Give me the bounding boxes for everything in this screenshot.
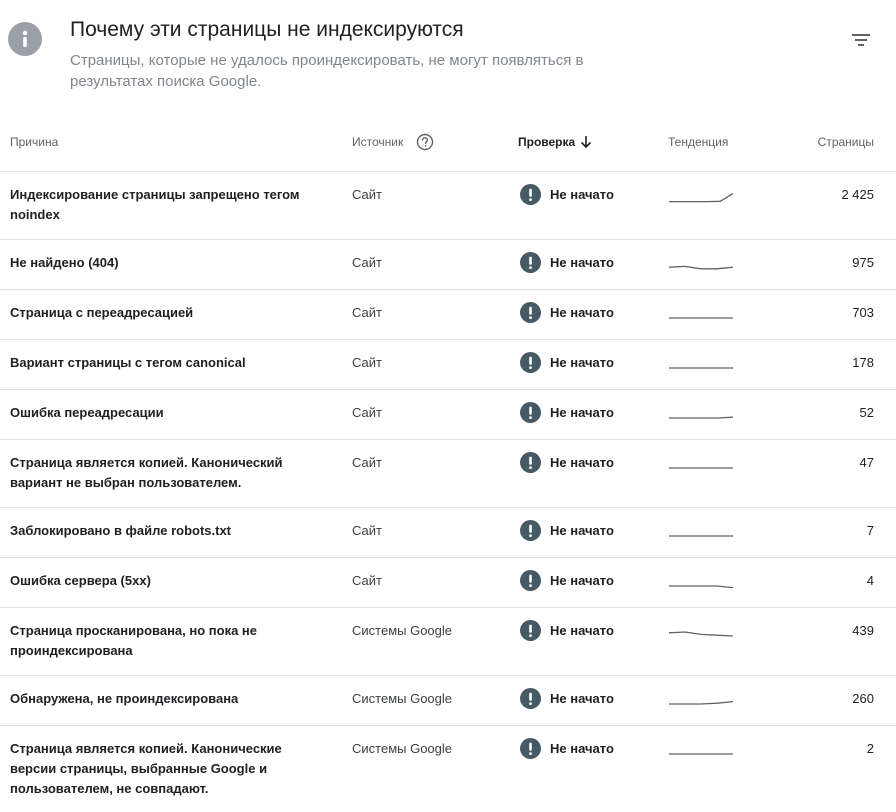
alert-icon: [520, 302, 541, 323]
trend-sparkline: [668, 265, 734, 270]
column-header-reason[interactable]: Причина: [10, 135, 58, 149]
table-row[interactable]: Ошибка сервера (5xx) Сайт Не начато 4: [0, 558, 896, 608]
reason-cell: Обнаружена, не проиндексирована: [10, 691, 239, 706]
alert-icon: [520, 688, 541, 709]
column-header-pages[interactable]: Страницы: [818, 135, 874, 149]
trend-sparkline: [668, 631, 734, 637]
sparkline-path: [669, 416, 734, 419]
table-row[interactable]: Страница просканирована, но пока не прои…: [0, 608, 896, 676]
reason-cell: Вариант страницы с тегом canonical: [10, 355, 246, 370]
trend-sparkline: [669, 467, 733, 469]
page-title: Почему эти страницы не индексируются: [70, 18, 464, 41]
trend-sparkline: [669, 535, 733, 537]
filter-button[interactable]: [844, 26, 878, 54]
table-row[interactable]: Страница является копией. Канонические в…: [0, 726, 896, 812]
source-cell: Системы Google: [352, 741, 453, 756]
table-row[interactable]: Не найдено (404) Сайт Не начато 975: [0, 240, 896, 290]
status-cell: Не начато: [550, 573, 614, 588]
source-cell: Сайт: [352, 523, 382, 538]
trend-sparkline: [669, 193, 734, 203]
trend-sparkline: [669, 585, 734, 589]
reason-cell: Страница с переадресацией: [10, 305, 194, 320]
reason-cell: Заблокировано в файле robots.txt: [10, 523, 232, 538]
pages-cell: 178: [852, 355, 874, 370]
info-icon: [8, 22, 42, 56]
trend-sparkline: [669, 367, 733, 369]
alert-icon: [520, 352, 541, 373]
table-header: Причина Источник Проверка Тенденция Стра…: [0, 114, 896, 172]
source-cell: Сайт: [352, 405, 382, 420]
status-cell: Не начато: [550, 691, 614, 706]
alert-icon: [520, 520, 541, 541]
reason-cell: Ошибка переадресации: [10, 405, 164, 420]
alert-icon: [520, 620, 541, 641]
pages-cell: 4: [866, 573, 874, 588]
pages-cell: 52: [859, 405, 874, 420]
trend-sparkline: [669, 416, 734, 419]
trend-sparkline: [669, 700, 734, 705]
arrow-down-icon[interactable]: [579, 134, 593, 150]
sparkline-path: [669, 585, 734, 589]
status-cell: Не начато: [550, 405, 614, 420]
source-cell: Сайт: [352, 455, 382, 470]
column-header-check[interactable]: Проверка: [518, 135, 575, 149]
alert-icon: [520, 252, 541, 273]
status-cell: Не начато: [550, 187, 614, 202]
status-cell: Не начато: [550, 255, 614, 270]
status-cell: Не начато: [550, 741, 614, 756]
alert-icon: [520, 738, 541, 759]
table-row[interactable]: Страница с переадресацией Сайт Не начато…: [0, 290, 896, 340]
status-cell: Не начато: [550, 305, 614, 320]
status-cell: Не начато: [550, 523, 614, 538]
source-cell: Сайт: [352, 573, 382, 588]
alert-icon: [520, 452, 541, 473]
source-cell: Сайт: [352, 187, 382, 202]
filter-icon: [852, 34, 870, 46]
table-row[interactable]: Заблокировано в файле robots.txt Сайт Не…: [0, 508, 896, 558]
table-row[interactable]: Обнаружена, не проиндексирована Системы …: [0, 676, 896, 726]
pages-cell: 975: [852, 255, 874, 270]
alert-icon: [520, 570, 541, 591]
sparkline-path: [668, 265, 734, 270]
sparkline-path: [668, 631, 734, 637]
pages-cell: 47: [859, 455, 874, 470]
trend-sparkline: [669, 317, 733, 319]
source-cell: Сайт: [352, 255, 382, 270]
pages-cell: 2 425: [841, 187, 874, 202]
page-subtitle: Страницы, которые не удалось проиндексир…: [70, 52, 584, 90]
section-header: Почему эти страницы не индексируются Стр…: [0, 0, 896, 110]
reason-cell: Индексирование страницы запрещено тегом …: [10, 187, 300, 222]
pages-cell: 260: [852, 691, 874, 706]
source-cell: Системы Google: [352, 691, 453, 706]
table-row[interactable]: Страница является копией. Канонический в…: [0, 440, 896, 508]
reason-cell: Страница просканирована, но пока не прои…: [10, 623, 257, 658]
sparkline-path: [669, 700, 734, 705]
source-cell: Системы Google: [352, 623, 453, 638]
alert-icon: [520, 184, 541, 205]
pages-cell: 7: [866, 523, 874, 538]
table-row[interactable]: Вариант страницы с тегом canonical Сайт …: [0, 340, 896, 390]
pages-cell: 2: [866, 741, 874, 756]
column-header-source[interactable]: Источник: [352, 135, 403, 149]
trend-sparkline: [669, 753, 733, 755]
reason-cell: Не найдено (404): [10, 255, 119, 270]
reasons-table-body: Индексирование страницы запрещено тегом …: [0, 172, 896, 812]
pages-cell: 439: [852, 623, 874, 638]
column-header-trend: Тенденция: [668, 135, 729, 149]
status-cell: Не начато: [550, 455, 614, 470]
alert-icon: [520, 402, 541, 423]
table-row[interactable]: Индексирование страницы запрещено тегом …: [0, 172, 896, 240]
reason-cell: Страница является копией. Канонический в…: [10, 455, 283, 490]
status-cell: Не начато: [550, 355, 614, 370]
table-row[interactable]: Ошибка переадресации Сайт Не начато 52: [0, 390, 896, 440]
source-cell: Сайт: [352, 355, 382, 370]
source-cell: Сайт: [352, 305, 382, 320]
help-icon[interactable]: [416, 133, 434, 151]
status-cell: Не начато: [550, 623, 614, 638]
reason-cell: Ошибка сервера (5xx): [10, 573, 151, 588]
reason-cell: Страница является копией. Канонические в…: [10, 741, 282, 796]
pages-cell: 703: [852, 305, 874, 320]
sparkline-path: [669, 193, 734, 203]
